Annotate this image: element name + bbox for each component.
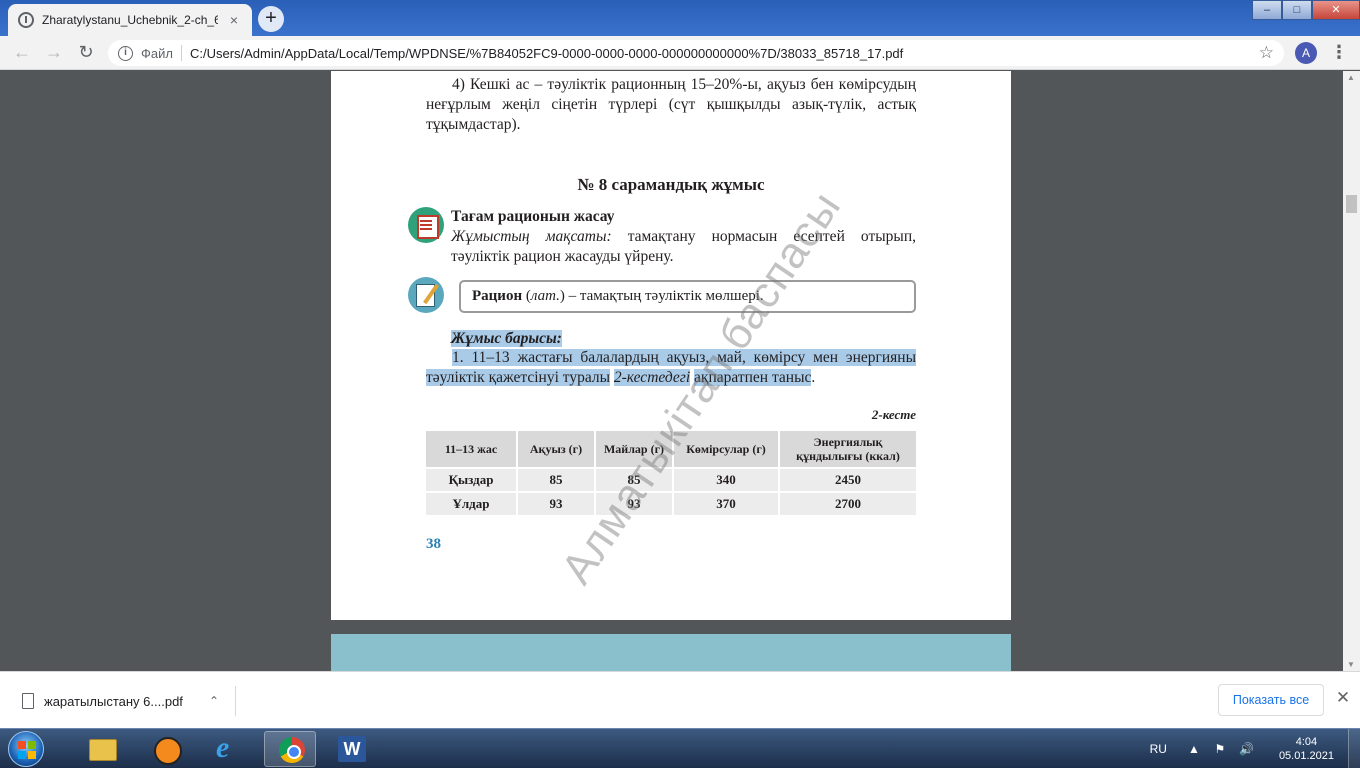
address-bar[interactable]: i Файл C:/Users/Admin/AppData/Local/Temp… bbox=[108, 40, 1284, 66]
table-caption: 2-кесте bbox=[871, 407, 916, 422]
pdf-favicon-icon bbox=[18, 12, 34, 28]
table-cell: 93 bbox=[518, 493, 596, 517]
tab-title: Zharatylystanu_Uchebnik_2-ch_6 bbox=[42, 13, 218, 27]
paragraph-evening-meal: 4) Кешкі ас – тәуліктік рационның 15–20%… bbox=[426, 76, 916, 133]
task-goal: Жұмыстың мақсаты: тамақтану нормасын есе… bbox=[451, 227, 916, 267]
kebab-menu-icon[interactable]: ⋮ bbox=[1330, 42, 1348, 64]
bookmark-star-icon[interactable]: ☆ bbox=[1259, 43, 1274, 63]
clock-time: 4:04 bbox=[1295, 736, 1318, 748]
back-button[interactable]: ← bbox=[10, 41, 34, 65]
internet-explorer-icon[interactable] bbox=[202, 731, 254, 767]
table-header-cell: Энергиялық құндылығы (ккал) bbox=[780, 431, 916, 469]
table-header-row: 11–13 жас Ақуыз (г) Майлар (г) Көмірсула… bbox=[426, 431, 916, 469]
minimize-button[interactable]: – bbox=[1252, 0, 1282, 20]
tab-strip: Zharatylystanu_Uchebnik_2-ch_6 × + – □ ✕ bbox=[0, 0, 1360, 36]
scroll-down-icon[interactable]: ▼ bbox=[1347, 660, 1355, 669]
table-cell: Қыздар bbox=[426, 469, 518, 493]
procedure-title: Жұмыс барысы: bbox=[451, 330, 562, 348]
definition-note: лат. bbox=[530, 288, 560, 304]
nutrition-table: 11–13 жас Ақуыз (г) Майлар (г) Көмірсула… bbox=[426, 431, 916, 517]
definition-box: Рацион (лат.) – тамақтың тәуліктік мөлше… bbox=[459, 280, 916, 313]
start-button[interactable] bbox=[8, 731, 44, 767]
table-cell: 85 bbox=[518, 469, 596, 493]
pdf-viewport[interactable]: 4) Кешкі ас – тәуліктік рационның 15–20%… bbox=[0, 71, 1360, 671]
reload-button[interactable]: ↻ bbox=[74, 41, 98, 65]
table-header-cell: Ақуыз (г) bbox=[518, 431, 596, 469]
table-cell: 2450 bbox=[780, 469, 916, 493]
profile-avatar[interactable]: A bbox=[1295, 42, 1317, 64]
table-cell: 370 bbox=[674, 493, 780, 517]
language-indicator[interactable]: RU bbox=[1150, 742, 1167, 756]
clock-date: 05.01.2021 bbox=[1278, 750, 1334, 762]
table-cell: 93 bbox=[596, 493, 674, 517]
maximize-button[interactable]: □ bbox=[1282, 0, 1312, 20]
chrome-icon[interactable] bbox=[264, 731, 316, 767]
new-tab-button[interactable]: + bbox=[258, 6, 284, 32]
download-file-name[interactable]: жаратылыстану 6....pdf bbox=[44, 694, 199, 709]
scheme-label: Файл bbox=[141, 45, 173, 61]
action-center-flag-icon[interactable]: ⚑ bbox=[1213, 742, 1227, 756]
forward-button[interactable]: → bbox=[42, 41, 66, 65]
avast-icon[interactable] bbox=[140, 731, 192, 767]
chevron-up-icon[interactable]: ⌃ bbox=[209, 694, 219, 708]
table-cell: 85 bbox=[596, 469, 674, 493]
page-number: 38 bbox=[426, 536, 441, 552]
next-pdf-page bbox=[331, 634, 1011, 671]
downloads-shelf: жаратылыстану 6....pdf ⌃ Показать все ✕ bbox=[0, 671, 1360, 728]
notebook-icon bbox=[408, 207, 444, 243]
table-cell: 2700 bbox=[780, 493, 916, 517]
show-desktop-button[interactable] bbox=[1348, 729, 1360, 768]
close-shelf-icon[interactable]: ✕ bbox=[1334, 688, 1352, 712]
taskbar: RU ▲ ⚑ 🔊 4:04 05.01.2021 bbox=[0, 728, 1360, 768]
system-tray: RU ▲ ⚑ 🔊 4:04 05.01.2021 bbox=[1150, 729, 1360, 768]
table-cell: Ұлдар bbox=[426, 493, 518, 517]
volume-icon[interactable]: 🔊 bbox=[1239, 742, 1254, 756]
scroll-up-icon[interactable]: ▲ bbox=[1347, 73, 1355, 82]
scrollbar-thumb[interactable] bbox=[1346, 195, 1357, 213]
procedure-text: 1. 11–13 жастағы балалардың ақуыз, май, … bbox=[426, 348, 916, 387]
procedure-period: . bbox=[811, 368, 816, 386]
browser-toolbar: ← → ↻ i Файл C:/Users/Admin/AppData/Loca… bbox=[0, 36, 1360, 70]
clock[interactable]: 4:04 05.01.2021 bbox=[1279, 735, 1334, 763]
url-text[interactable]: C:/Users/Admin/AppData/Local/Temp/WPDNSE… bbox=[190, 46, 1251, 61]
show-hidden-icons-icon[interactable]: ▲ bbox=[1187, 742, 1201, 756]
word-icon[interactable] bbox=[326, 731, 378, 767]
table-header-cell: Майлар (г) bbox=[596, 431, 674, 469]
window-controls: – □ ✕ bbox=[1252, 0, 1360, 20]
definition-term: Рацион bbox=[472, 288, 523, 304]
pdf-page: 4) Кешкі ас – тәуліктік рационның 15–20%… bbox=[331, 71, 1011, 620]
file-explorer-icon[interactable] bbox=[76, 731, 128, 767]
checklist-icon bbox=[408, 277, 444, 313]
address-divider bbox=[180, 45, 182, 61]
file-icon bbox=[22, 693, 34, 709]
table-cell: 340 bbox=[674, 469, 780, 493]
practical-work-heading: № 8 сарамандық жұмыс bbox=[577, 175, 765, 194]
download-item[interactable]: жаратылыстану 6....pdf ⌃ bbox=[18, 686, 236, 716]
info-icon[interactable]: i bbox=[118, 45, 133, 61]
table-row: Қыздар 85 85 340 2450 bbox=[426, 469, 916, 493]
close-window-button[interactable]: ✕ bbox=[1312, 0, 1360, 20]
tab-close-icon[interactable]: × bbox=[226, 12, 242, 28]
vertical-scrollbar[interactable]: ▲ ▼ bbox=[1343, 71, 1360, 671]
table-header-cell: Көмірсулар (г) bbox=[674, 431, 780, 469]
table-header-cell: 11–13 жас bbox=[426, 431, 518, 469]
show-all-button[interactable]: Показать все bbox=[1218, 684, 1324, 716]
procedure-table-ref: 2-кестедегі bbox=[613, 368, 691, 386]
definition-text: – тамақтың тәуліктік мөлшері. bbox=[568, 288, 764, 304]
task-title: Тағам рационын жасау bbox=[451, 208, 615, 225]
table-row: Ұлдар 93 93 370 2700 bbox=[426, 493, 916, 517]
goal-label: Жұмыстың мақсаты: bbox=[451, 228, 612, 245]
procedure-title-text: Жұмыс барысы: bbox=[451, 330, 562, 347]
browser-tab[interactable]: Zharatylystanu_Uchebnik_2-ch_6 × bbox=[8, 4, 252, 36]
procedure-end: ақпаратпен таныс bbox=[694, 368, 812, 386]
